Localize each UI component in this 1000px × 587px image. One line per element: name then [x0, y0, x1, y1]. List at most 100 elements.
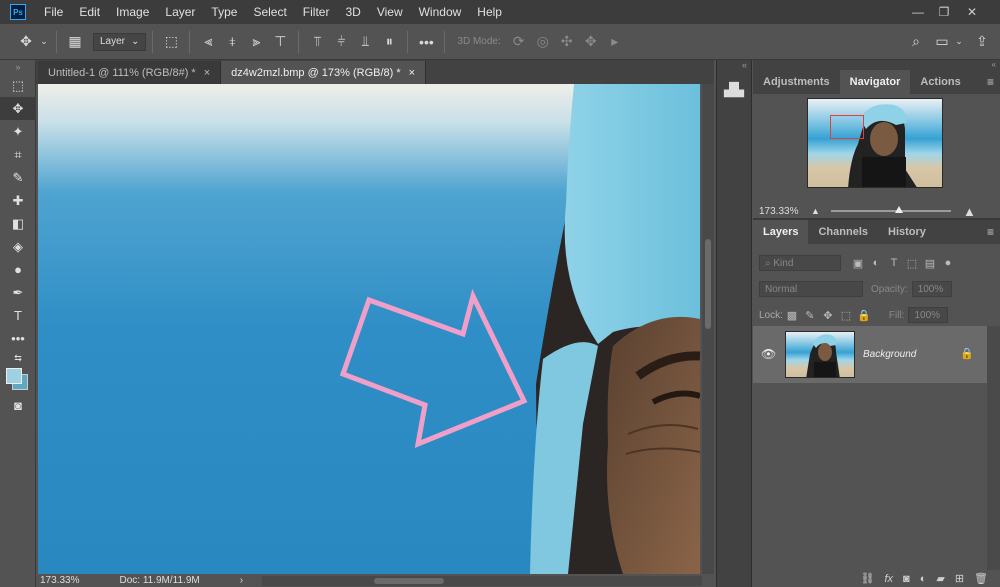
lock-all-icon[interactable]: 🔒	[855, 309, 873, 322]
type-filter-icon[interactable]: T	[885, 257, 903, 269]
tab-dz4w2mzl[interactable]: dz4w2mzl.bmp @ 173% (RGB/8) * ×	[221, 61, 427, 84]
lock-position-icon[interactable]: ✥	[819, 309, 837, 322]
smart-object-filter-icon[interactable]: ▤	[921, 257, 939, 270]
menu-filter[interactable]: Filter	[295, 0, 338, 24]
kind-filter[interactable]: ⌕ Kind	[759, 255, 841, 271]
adjustment-layer-icon[interactable]: ◐	[920, 573, 927, 585]
close-icon[interactable]: ×	[204, 67, 210, 79]
scrollbar-thumb[interactable]	[374, 578, 444, 584]
menu-3d[interactable]: 3D	[337, 0, 368, 24]
new-layer-icon[interactable]: ⊞	[955, 572, 964, 585]
link-layers-icon[interactable]: ⛓	[861, 572, 875, 585]
add-mask-icon[interactable]: ◙	[903, 573, 910, 585]
distribute-horizontal-icon[interactable]: ⏸	[377, 30, 401, 54]
quick-mask-icon[interactable]: ◙	[0, 394, 36, 417]
menu-select[interactable]: Select	[245, 0, 294, 24]
distribute-top-icon[interactable]: ⫪	[305, 30, 329, 54]
trash-icon[interactable]: 🗑	[974, 572, 988, 585]
healing-tool-icon[interactable]: ✚	[0, 189, 36, 212]
menu-help[interactable]: Help	[469, 0, 510, 24]
lock-transparent-icon[interactable]: ▩	[783, 309, 801, 322]
shape-filter-icon[interactable]: ⬚	[903, 257, 921, 270]
tab-actions[interactable]: Actions	[910, 70, 970, 94]
menu-type[interactable]: Type	[203, 0, 245, 24]
navigator-thumbnail[interactable]	[807, 98, 943, 188]
align-right-icon[interactable]: ⫸	[244, 30, 268, 54]
brush-tool-icon[interactable]: ✎	[0, 166, 36, 189]
tab-untitled-1[interactable]: Untitled-1 @ 111% (RGB/8#) * ×	[38, 61, 222, 84]
search-icon[interactable]: ⌕	[904, 30, 928, 54]
auto-select-dropdown[interactable]: Layer ⌄	[93, 32, 147, 51]
panel-menu-icon[interactable]: ≡	[987, 75, 994, 89]
fill-input[interactable]: 100%	[908, 307, 949, 323]
lock-pixels-icon[interactable]: ✎	[801, 309, 819, 322]
chevron-down-icon[interactable]: ⌄	[38, 30, 50, 54]
auto-select-icon[interactable]: ▦	[63, 30, 87, 54]
collapse-icon[interactable]: «	[717, 60, 751, 74]
tab-navigator[interactable]: Navigator	[839, 70, 911, 94]
share-icon[interactable]: ⇪	[970, 30, 994, 54]
pen-tool-icon[interactable]: ✒	[0, 281, 36, 304]
more-options-icon[interactable]: •••	[414, 30, 438, 54]
scrollbar-thumb[interactable]	[705, 239, 711, 329]
image-canvas[interactable]	[38, 84, 700, 574]
workspace-icon[interactable]: ▭	[930, 30, 954, 54]
visibility-eye-icon[interactable]: 👁	[761, 347, 776, 361]
marquee-tool-icon[interactable]: ⬚	[0, 74, 36, 97]
close-icon[interactable]: ×	[409, 67, 415, 79]
layers-scrollbar[interactable]	[987, 326, 1000, 570]
color-swatches[interactable]	[0, 366, 36, 394]
blur-tool-icon[interactable]: ●	[0, 258, 36, 281]
paint-bucket-tool-icon[interactable]: ◈	[0, 235, 36, 258]
restore-button[interactable]: ❐	[930, 0, 958, 24]
view-area-rectangle[interactable]	[830, 115, 864, 139]
adjustment-filter-icon[interactable]: ◐	[867, 257, 885, 269]
filter-toggle-icon[interactable]: ●	[939, 257, 957, 269]
zoom-slider[interactable]	[831, 206, 951, 213]
menu-layer[interactable]: Layer	[157, 0, 203, 24]
more-tools-icon[interactable]: •••	[0, 327, 36, 350]
crop-tool-icon[interactable]: ⌗	[0, 143, 36, 166]
menu-file[interactable]: File	[36, 0, 71, 24]
collapse-icon[interactable]: »	[0, 60, 36, 74]
layer-name[interactable]: Background	[863, 349, 916, 360]
menu-image[interactable]: Image	[108, 0, 157, 24]
tab-history[interactable]: History	[878, 220, 936, 244]
tab-channels[interactable]: Channels	[808, 220, 878, 244]
distribute-bottom-icon[interactable]: ⫫	[353, 30, 377, 54]
transform-controls-icon[interactable]: ⬚	[159, 30, 183, 54]
align-top-icon[interactable]: ⊤	[268, 30, 292, 54]
type-tool-icon[interactable]: T	[0, 304, 36, 327]
tab-layers[interactable]: Layers	[753, 220, 809, 244]
pixel-filter-icon[interactable]: ▣	[849, 257, 867, 270]
collapse-icon[interactable]: «	[753, 60, 1000, 70]
menu-window[interactable]: Window	[411, 0, 470, 24]
panel-menu-icon[interactable]: ≡	[987, 225, 994, 239]
navigator-zoom-value[interactable]: 173.33%	[759, 206, 798, 217]
zoom-in-icon[interactable]: ▲	[963, 204, 976, 219]
close-button[interactable]: ✕	[958, 0, 986, 24]
distribute-middle-icon[interactable]: ⫩	[329, 30, 353, 54]
zoom-out-icon[interactable]: ▲	[811, 206, 820, 216]
menu-edit[interactable]: Edit	[71, 0, 108, 24]
chevron-down-icon[interactable]: ⌄	[952, 30, 966, 54]
layer-row-background[interactable]: 👁 Background 🔒	[753, 326, 987, 383]
magic-wand-tool-icon[interactable]: ✦	[0, 120, 36, 143]
minimize-button[interactable]: —	[904, 0, 932, 24]
opacity-input[interactable]: 100%	[911, 281, 952, 297]
vertical-scrollbar[interactable]	[702, 84, 714, 574]
move-tool-icon[interactable]: ✥	[14, 30, 38, 54]
fx-icon[interactable]: fx	[884, 573, 893, 585]
tab-adjustments[interactable]: Adjustments	[753, 70, 840, 94]
swap-colors-icon[interactable]: ⇆	[0, 350, 36, 366]
histogram-icon[interactable]: ▟▙	[717, 82, 751, 98]
zoom-level[interactable]: 173.33%	[40, 575, 79, 586]
status-menu-arrow[interactable]: ›	[240, 575, 243, 586]
horizontal-scrollbar[interactable]	[262, 576, 702, 586]
lock-artboard-icon[interactable]: ⬚	[837, 309, 855, 322]
foreground-color-swatch[interactable]	[6, 368, 22, 384]
new-group-icon[interactable]: ▰	[936, 572, 944, 585]
move-tool-icon[interactable]: ✥	[0, 97, 36, 120]
eraser-tool-icon[interactable]: ◧	[0, 212, 36, 235]
blend-mode-select[interactable]: Normal	[759, 281, 863, 297]
